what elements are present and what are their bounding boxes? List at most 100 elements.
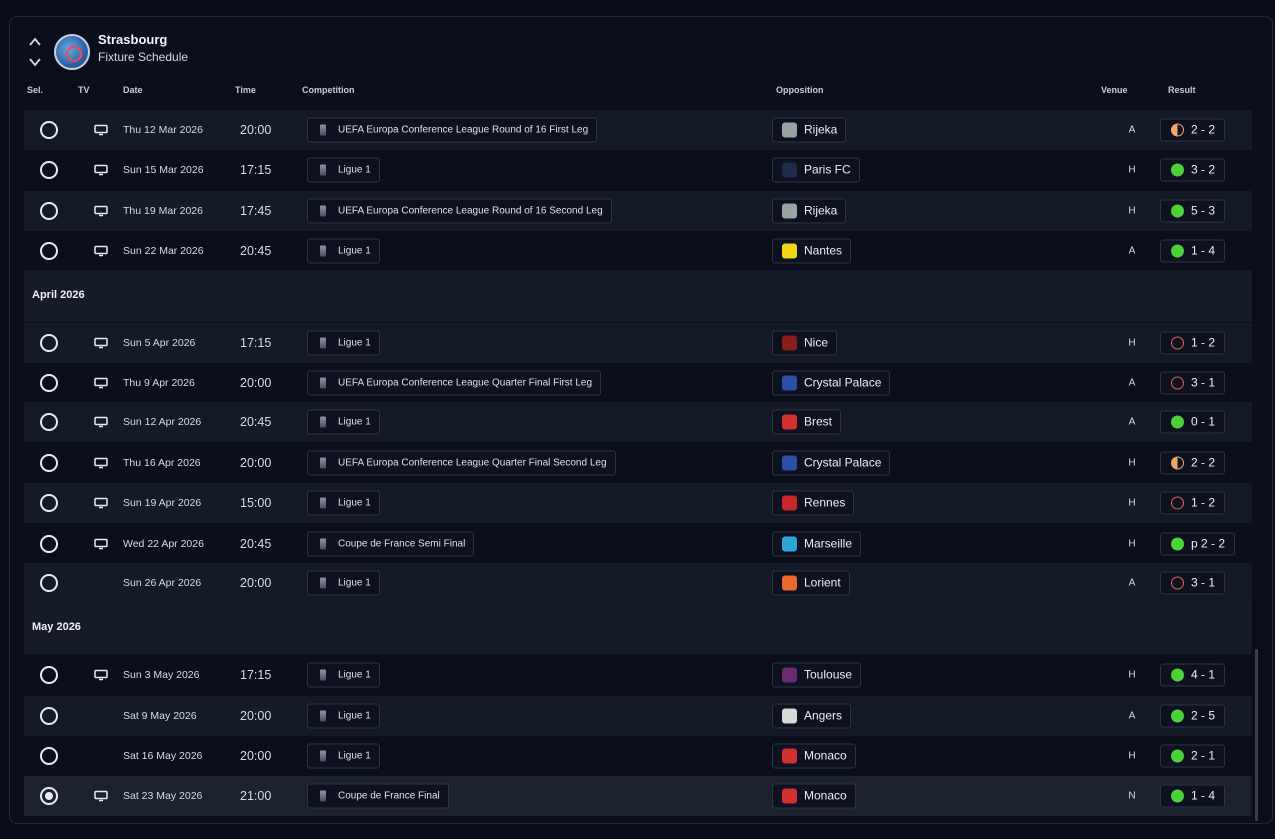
select-radio[interactable] [40,747,58,765]
fixture-row[interactable]: Sat 23 May 2026 21:00 Coupe de France Fina… [24,776,1252,816]
opposition-badge[interactable]: Rijeka [772,117,847,143]
fixture-date: Wed 22 Apr 2026 [123,538,204,550]
competition-badge[interactable]: UEFA Europa Conference League Quarter Fi… [307,450,616,476]
fixture-row[interactable]: Thu 12 Mar 2026 20:00 UEFA Europa Conferen… [24,110,1252,150]
competition-badge[interactable]: Ligue 1 [307,157,380,183]
select-radio[interactable] [40,707,58,725]
competition-badge[interactable]: Coupe de France Semi Final [307,531,475,557]
result-badge[interactable]: 2 - 2 [1160,451,1226,475]
result-badge[interactable]: 1 - 4 [1160,239,1226,263]
fixture-row[interactable]: Wed 22 Apr 2026 20:45 Coupe de France Semi… [24,524,1252,564]
fixture-row[interactable]: Thu 9 Apr 2026 20:00 UEFA Europa Conferenc… [24,363,1252,403]
chevron-down-icon[interactable] [28,55,42,69]
fixture-row[interactable]: Sat 9 May 2026 20:00 Ligue 1 Angers A 2 - 5 [24,696,1252,736]
competition-badge[interactable]: Coupe de France Final [307,783,449,809]
select-radio[interactable] [40,242,58,260]
chevron-up-icon[interactable] [28,35,42,49]
result-badge[interactable]: 3 - 1 [1160,571,1226,595]
select-radio[interactable] [40,574,58,592]
col-date[interactable]: Date [123,85,143,95]
fixture-row[interactable]: Sun 22 Mar 2026 20:45 Ligue 1 Nantes A 1 - 4 [24,231,1252,271]
select-radio[interactable] [40,454,58,472]
fixture-row[interactable]: Sat 16 May 2026 20:00 Ligue 1 Monaco H 2 - 1 [24,736,1252,776]
select-radio[interactable] [40,535,58,553]
fixture-time: 21:00 [240,789,272,803]
fixture-row[interactable]: Sun 5 Apr 2026 17:15 Ligue 1 Nice H 1 - 2 [24,323,1252,363]
fixture-date: Thu 16 Apr 2026 [123,457,201,469]
select-radio[interactable] [40,374,58,392]
col-time[interactable]: Time [235,85,256,95]
fixture-row[interactable]: Thu 16 Apr 2026 20:00 UEFA Europa Conferen… [24,443,1252,483]
result-badge[interactable]: 5 - 3 [1160,199,1226,223]
fixture-row[interactable]: Thu 19 Mar 2026 17:45 UEFA Europa Conferen… [24,191,1252,231]
opposition-badge[interactable]: Brest [772,409,842,435]
club-name[interactable]: Strasbourg [98,32,167,47]
competition-badge[interactable]: Ligue 1 [307,238,380,264]
result-badge[interactable]: 3 - 2 [1160,158,1226,182]
fixture-row[interactable]: Sun 26 Apr 2026 20:00 Ligue 1 Lorient A 3 - 1 [24,563,1252,603]
col-result[interactable]: Result [1168,85,1196,95]
col-tv[interactable]: TV [78,85,90,95]
venue: H [1128,164,1136,176]
col-venue[interactable]: Venue [1101,85,1128,95]
scrollbar[interactable] [1255,649,1258,821]
competition-badge[interactable]: Ligue 1 [307,743,380,769]
select-radio[interactable] [40,666,58,684]
col-competition[interactable]: Competition [302,85,355,95]
result-badge[interactable]: 1 - 2 [1160,491,1226,515]
opposition-badge[interactable]: Nice [772,330,838,356]
result-badge[interactable]: 3 - 1 [1160,371,1226,395]
venue: A [1128,577,1136,589]
fixture-row[interactable]: Sun 3 May 2026 17:15 Ligue 1 Toulouse H 4 - 1 [24,655,1252,695]
fixture-time: 20:00 [240,749,272,763]
competition-badge[interactable]: Ligue 1 [307,570,380,596]
col-sel[interactable]: Sel. [27,85,43,95]
opposition-badge[interactable]: Angers [772,703,852,729]
opposition-badge[interactable]: Nantes [772,238,852,264]
result-badge[interactable]: p 2 - 2 [1160,532,1236,556]
competition-badge[interactable]: Ligue 1 [307,490,380,516]
result-score: 1 - 2 [1191,335,1216,350]
opposition-badge[interactable]: Crystal Palace [772,370,891,396]
opposition-badge[interactable]: Monaco [772,783,856,809]
result-badge[interactable]: 4 - 1 [1160,663,1226,687]
competition-badge[interactable]: UEFA Europa Conference League Quarter Fi… [307,370,602,396]
result-badge[interactable]: 2 - 5 [1160,704,1226,728]
trophy-icon [320,669,326,681]
opposition-badge[interactable]: Rennes [772,490,855,516]
competition-badge[interactable]: Ligue 1 [307,662,380,688]
result-badge[interactable]: 1 - 4 [1160,784,1226,808]
opposition-badge[interactable]: Monaco [772,743,856,769]
competition-badge[interactable]: UEFA Europa Conference League Round of 1… [307,117,598,143]
select-radio[interactable] [40,413,58,431]
select-radio[interactable] [40,121,58,139]
opposition-name: Nantes [804,243,843,258]
competition-badge[interactable]: Ligue 1 [307,409,380,435]
col-opposition[interactable]: Opposition [776,85,824,95]
opposition-badge[interactable]: Marseille [772,531,862,557]
competition-badge[interactable]: Ligue 1 [307,330,380,356]
venue: A [1128,124,1136,136]
result-badge[interactable]: 0 - 1 [1160,410,1226,434]
club-crest-icon[interactable] [54,34,90,70]
opposition-badge[interactable]: Crystal Palace [772,450,891,476]
result-badge[interactable]: 2 - 1 [1160,744,1226,768]
result-badge[interactable]: 1 - 2 [1160,331,1226,355]
select-radio[interactable] [40,787,58,805]
select-radio[interactable] [40,161,58,179]
opposition-badge[interactable]: Toulouse [772,662,862,688]
competition-badge[interactable]: Ligue 1 [307,703,380,729]
result-status-icon [1171,123,1184,137]
opposition-badge[interactable]: Lorient [772,570,850,596]
select-radio[interactable] [40,202,58,220]
opposition-badge[interactable]: Paris FC [772,157,860,183]
select-radio[interactable] [40,494,58,512]
fixture-row[interactable]: Sun 12 Apr 2026 20:45 Ligue 1 Brest A 0 - 1 [24,402,1252,442]
select-radio[interactable] [40,334,58,352]
opposition-badge[interactable]: Rijeka [772,198,847,224]
competition-badge[interactable]: UEFA Europa Conference League Round of 1… [307,198,612,224]
fixture-row[interactable]: Sun 15 Mar 2026 17:15 Ligue 1 Paris FC H 3 - … [24,150,1252,190]
fixture-row[interactable]: Sun 19 Apr 2026 15:00 Ligue 1 Rennes H 1 - 2 [24,483,1252,523]
fixture-date: Sun 15 Mar 2026 [123,164,204,176]
result-badge[interactable]: 2 - 2 [1160,118,1226,142]
